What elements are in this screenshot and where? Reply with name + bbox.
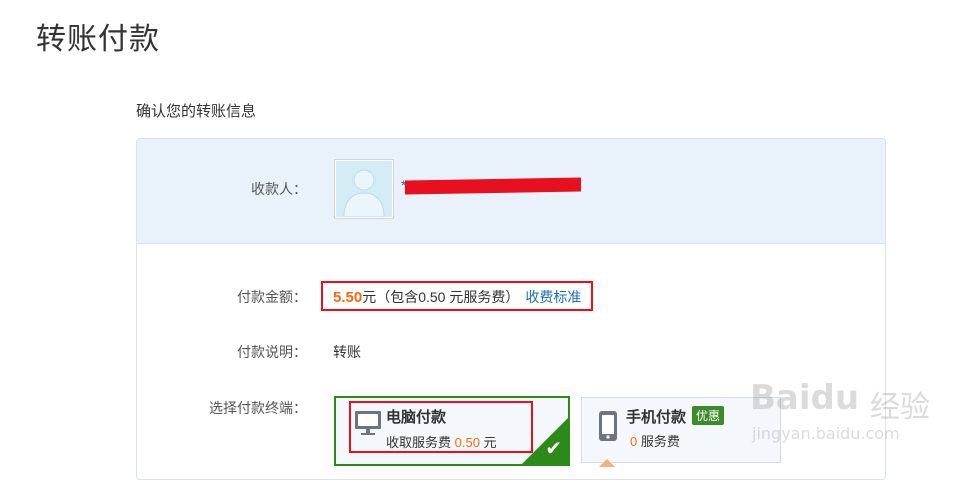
mobile-option-fee: 0 服务费: [630, 431, 680, 450]
amount-label: 付款金额：: [237, 289, 307, 305]
baidu-jingyan-watermark: Baidu 经验 jingyan.baidu.com: [742, 378, 972, 448]
page-title: 转账付款: [36, 23, 160, 56]
check-icon: ✔: [545, 438, 562, 460]
note-label: 付款说明：: [237, 344, 307, 360]
mobile-fee-suffix: 服务费: [637, 434, 680, 449]
fee-suffix: 元服务费）: [445, 289, 520, 305]
pc-option-fee: 收取服务费 0.50 元: [386, 432, 497, 451]
section-title: 确认您的转账信息: [136, 103, 257, 120]
user-avatar-icon: [336, 161, 392, 217]
watermark-url: jingyan.baidu.com: [752, 424, 900, 443]
payee-row: 收款人： *: [137, 139, 885, 244]
watermark-cn: 经验: [870, 390, 930, 425]
pc-fee-suffix: 元: [479, 435, 497, 450]
monitor-icon: [354, 410, 382, 441]
fee-prefix: （包含: [376, 289, 419, 305]
fee-value: 0.50: [418, 289, 446, 305]
amount-currency: 元: [362, 289, 377, 305]
tooltip-arrow: [599, 459, 615, 467]
pc-option-title: 电脑付款: [386, 409, 447, 426]
watermark-brand: Baidu: [750, 378, 860, 418]
promo-badge: 优惠: [692, 406, 725, 425]
pc-fee-value: 0.50: [454, 435, 480, 450]
payee-name-redacted: [405, 177, 581, 195]
fee-standard-link[interactable]: 收费标准: [525, 289, 581, 305]
phone-icon: [598, 410, 618, 447]
payee-label: 收款人：: [251, 181, 307, 197]
avatar: [334, 159, 394, 219]
mobile-option-title: 手机付款: [626, 409, 687, 426]
terminal-option-pc[interactable]: 电脑付款 收取服务费 0.50 元 ✔: [334, 396, 570, 466]
terminal-label: 选择付款终端：: [209, 400, 307, 416]
amount-line: 5.50元（包含0.50 元服务费） 收费标准: [333, 287, 581, 307]
note-value: 转账: [333, 344, 361, 360]
amount-value: 5.50: [333, 289, 363, 306]
pc-fee-prefix: 收取服务费: [386, 435, 455, 450]
